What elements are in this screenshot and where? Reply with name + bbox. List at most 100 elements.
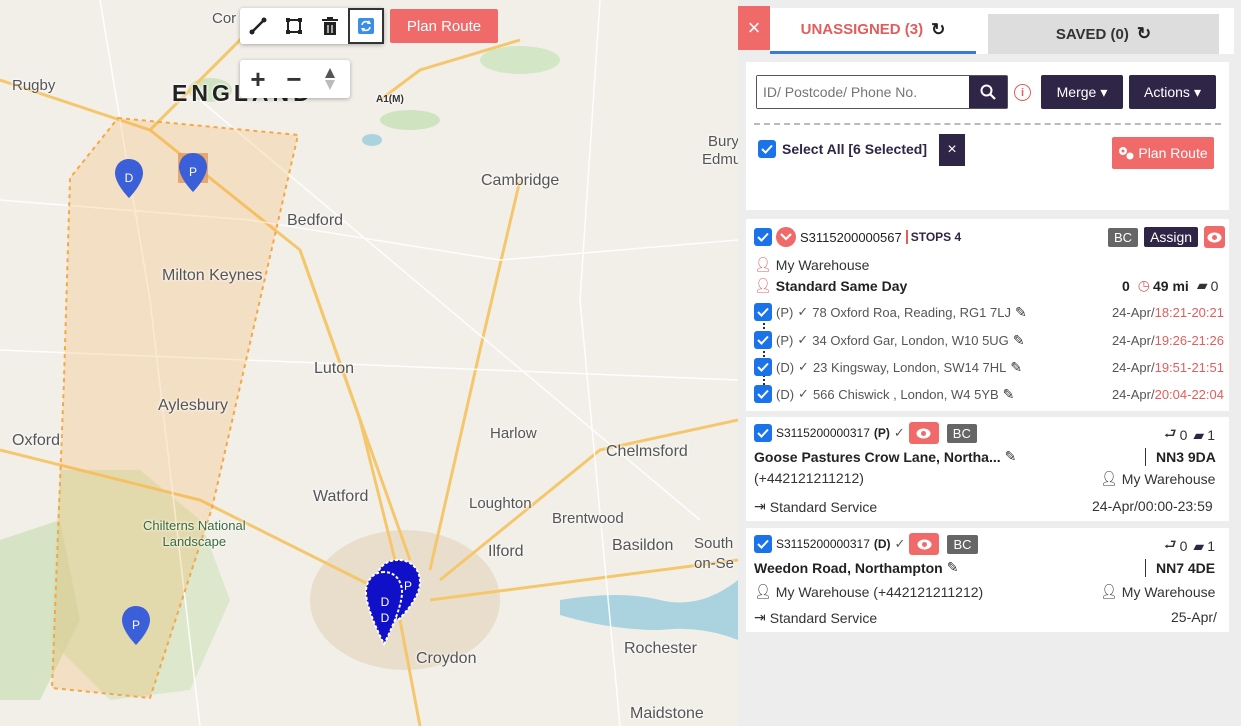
shipment-id: S3115200000317	[776, 426, 870, 440]
select-all-checkbox[interactable]	[758, 140, 776, 158]
place-label: Edmu	[702, 151, 738, 168]
shipment-card: S3115200000317 (D) ✓ BC ⮐ 0 ▰ 1 Weedon R…	[746, 528, 1229, 632]
postcode-row: NN3 9DA	[1145, 448, 1216, 466]
eye-icon[interactable]	[909, 533, 940, 555]
compass-icon[interactable]	[312, 61, 348, 97]
address-row: Weedon Road, Northampton ✎	[754, 559, 958, 576]
route-count: 0	[1122, 277, 1130, 294]
shipment-checkbox[interactable]	[754, 535, 772, 553]
divider	[754, 123, 1221, 125]
select-all[interactable]: Select All [6 Selected]	[758, 140, 927, 158]
check-icon: ✓	[798, 386, 809, 401]
clear-selection-button[interactable]: ×	[939, 134, 965, 166]
return-icon: ⮐	[1164, 425, 1177, 441]
stop-checkbox[interactable]	[754, 358, 772, 376]
place-label-line: Chilterns National	[143, 518, 246, 533]
service-name: Standard Service	[769, 498, 878, 515]
route-stats: 0 ◷ 49 mi ▰ 0	[1122, 277, 1218, 294]
bc-button[interactable]: BC	[1108, 227, 1139, 247]
eye-icon[interactable]	[908, 422, 939, 444]
search-button[interactable]	[969, 76, 1007, 108]
edit-icon[interactable]: ✎	[947, 559, 959, 576]
plan-route-button[interactable]: Plan Route	[1112, 137, 1214, 169]
stop-checkbox[interactable]	[754, 303, 772, 321]
polygon-draw-icon[interactable]	[276, 8, 312, 44]
card-header: S3115200000317 (P) ✓ BC	[754, 422, 977, 444]
delivery-window: 25-Apr/	[1171, 609, 1217, 625]
place-label: on-Se	[694, 555, 735, 572]
merge-dropdown[interactable]: Merge ▾	[1041, 75, 1123, 109]
check-icon: ✓	[893, 425, 905, 440]
marker-label: P	[132, 618, 140, 632]
chevron-down-icon[interactable]	[776, 227, 796, 247]
contact-info: My Warehouse (+442121211212)	[775, 583, 984, 600]
address-row: Goose Pastures Crow Lane, Northa... ✎	[754, 448, 1016, 465]
tab-saved[interactable]: SAVED (0) ↻	[988, 14, 1219, 54]
edit-icon[interactable]: ✎	[1015, 304, 1027, 321]
marker-label: D	[381, 595, 390, 609]
place-label: Luton	[314, 360, 355, 377]
shipment-address: Weedon Road, Northampton	[754, 559, 943, 576]
check-icon: ✓	[797, 332, 809, 347]
stop-type: (D)	[776, 359, 795, 375]
map-zoom-controls: + −	[240, 60, 350, 98]
refresh-icon[interactable]: ↻	[931, 20, 945, 40]
map-marker-p[interactable]: P	[176, 152, 210, 194]
map-marker-cluster[interactable]: P D D	[362, 556, 434, 652]
place-label: Ilford	[488, 543, 524, 560]
stop-checkbox[interactable]	[754, 385, 772, 403]
marker-label: D	[125, 171, 134, 185]
return-count: 0	[1179, 538, 1188, 554]
service-name: Standard Service	[769, 609, 878, 626]
stop-type: (P)	[776, 332, 794, 348]
edit-icon[interactable]: ✎	[1013, 332, 1025, 349]
eye-icon[interactable]	[1204, 226, 1226, 248]
close-panel-button[interactable]: ×	[738, 6, 770, 50]
plan-route-label: Plan Route	[1138, 145, 1208, 161]
map-plan-route-button[interactable]: Plan Route	[390, 9, 498, 43]
stop-time: 19:51-21:51	[1154, 359, 1224, 375]
shipment-id: S3115200000567	[800, 229, 902, 245]
stop-date: 24-Apr/	[1111, 332, 1155, 348]
phone-number: (+442121211212)	[754, 470, 864, 486]
user-icon: 👤︎	[754, 583, 772, 599]
window-row: 25-Apr/	[1171, 609, 1217, 625]
zoom-in-button[interactable]: +	[240, 61, 276, 97]
road-label: A1(M)	[376, 94, 404, 105]
check-icon: ✓	[798, 359, 809, 374]
refresh-icon[interactable]: ↻	[1137, 24, 1151, 44]
edit-icon[interactable]: ✎	[1005, 448, 1017, 465]
user-icon: 👤︎	[1100, 470, 1118, 486]
bc-button[interactable]: BC	[947, 534, 978, 554]
bc-button[interactable]: BC	[946, 423, 977, 443]
map-marker-d[interactable]: D	[114, 158, 144, 200]
search-input[interactable]	[757, 76, 969, 108]
stop-row: (P) ✓ 34 Oxford Gar, London, W10 5UG ✎ 2…	[754, 331, 1224, 349]
postcode: NN3 9DA	[1156, 449, 1216, 465]
line-draw-icon[interactable]	[240, 8, 276, 44]
trash-icon[interactable]	[312, 8, 348, 44]
map-marker-p[interactable]: P	[121, 605, 151, 647]
info-icon[interactable]: i	[1014, 84, 1031, 101]
assign-button[interactable]: Assign	[1144, 227, 1199, 247]
shipment-checkbox[interactable]	[754, 228, 772, 246]
actions-dropdown[interactable]: Actions ▾	[1129, 75, 1216, 109]
tab-unassigned[interactable]: UNASSIGNED (3) ↻	[770, 8, 976, 54]
map-view[interactable]: Cor Rugby ENGLAND A1(M) Bury Edmu Cambri…	[0, 0, 738, 726]
refresh-icon[interactable]	[348, 8, 384, 44]
stop-address: 34 Oxford Gar, London, W10 5UG	[812, 332, 1009, 348]
place-label: Chilterns National Landscape	[143, 518, 246, 550]
warehouse-row: 👤︎ My Warehouse	[1100, 470, 1215, 487]
parcel-count: 1	[1207, 427, 1215, 443]
shipment-checkbox[interactable]	[754, 424, 772, 442]
parcel-icon: ▰	[1193, 426, 1205, 443]
place-label-line: Landscape	[162, 534, 227, 549]
zoom-out-button[interactable]: −	[276, 61, 312, 97]
stop-address: 23 Kingsway, London, SW14 7HL	[812, 359, 1007, 375]
shipment-card: S3115200000567 STOPS 4 BC Assign 👤︎ My W…	[746, 219, 1229, 411]
edit-icon[interactable]: ✎	[1010, 359, 1022, 376]
stop-row: (P) ✓ 78 Oxford Roa, Reading, RG1 7LJ ✎ …	[754, 303, 1224, 321]
select-all-label: Select All [6 Selected]	[782, 141, 927, 157]
edit-icon[interactable]: ✎	[1003, 386, 1015, 403]
stop-checkbox[interactable]	[754, 331, 772, 349]
